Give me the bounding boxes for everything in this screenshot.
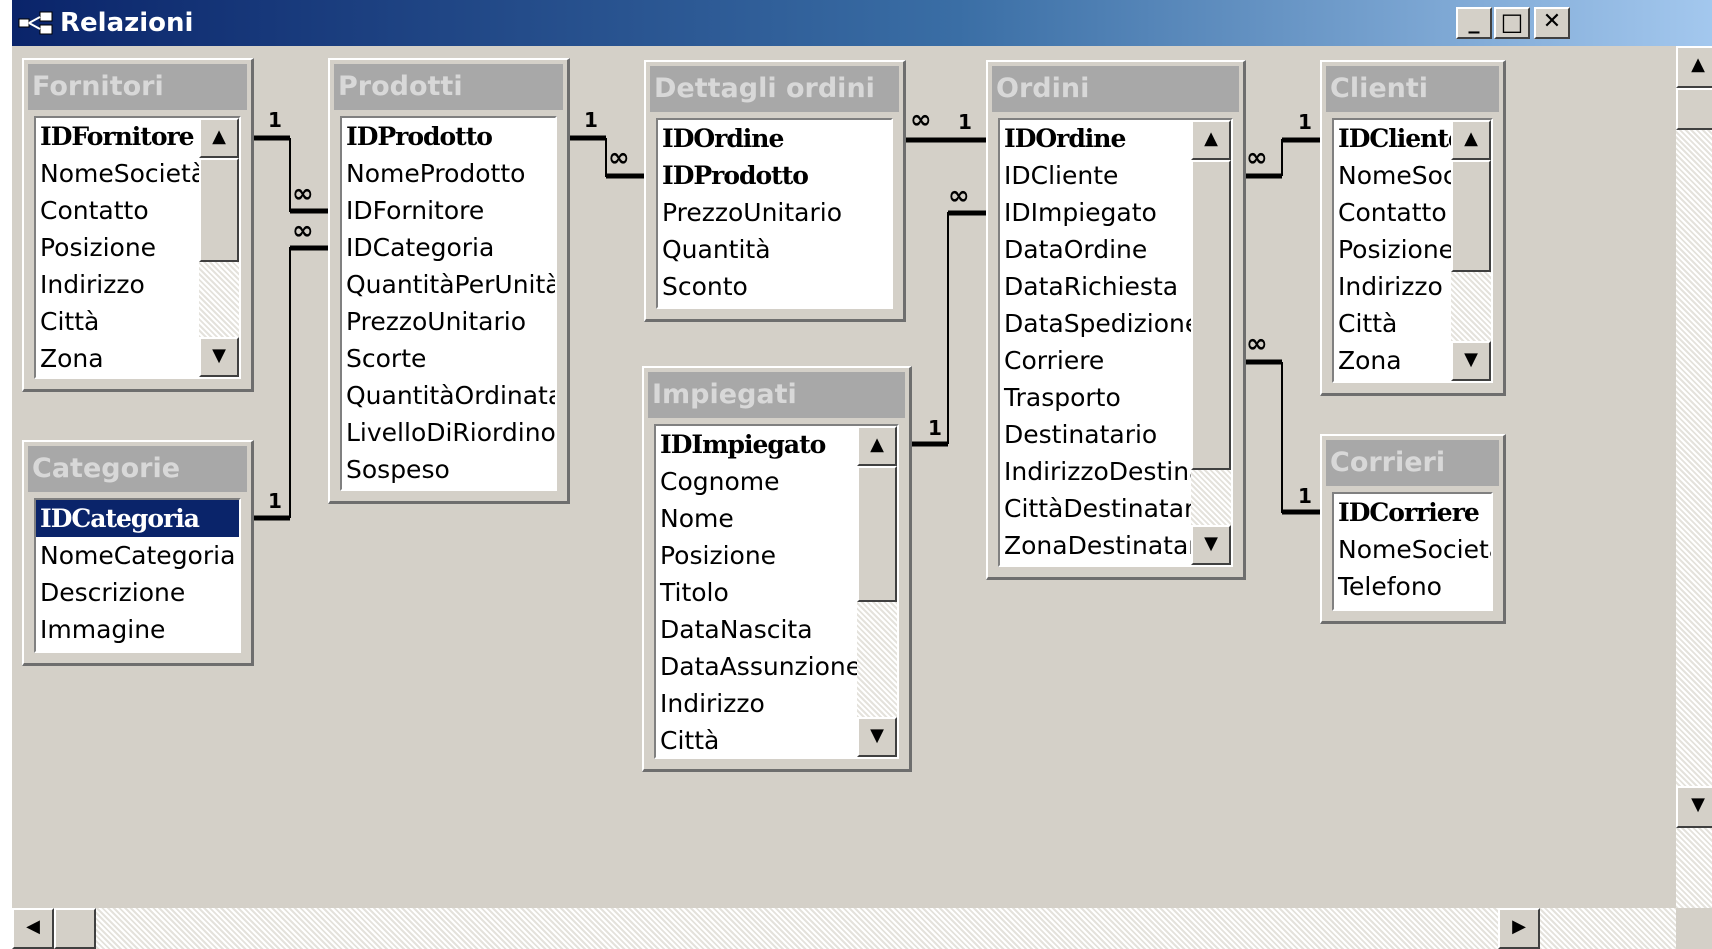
field-item[interactable]: LivelloDiRiordino (342, 414, 555, 451)
one-marker: 1 (584, 108, 598, 132)
many-marker: ∞ (292, 216, 314, 246)
table-dettagli-ordini[interactable]: Dettagli ordini IDOrdine IDProdotto Prez… (644, 60, 906, 322)
scroll-down-arrow-icon[interactable]: ▼ (1676, 786, 1712, 828)
scroll-up-arrow-icon[interactable]: ▲ (199, 118, 239, 158)
field-list: IDCliente NomeSoci Contatto Posizione In… (1332, 118, 1493, 383)
close-button[interactable]: ✕ (1534, 7, 1570, 39)
relationships-window: Relazioni _ □ ✕ 1 ∞ ∞ 1 1 ∞ ∞ 1 ∞ 1 ∞ 1 … (12, 0, 1712, 949)
table-title[interactable]: Ordini (992, 66, 1239, 112)
vertical-scrollbar[interactable]: ▲ ▼ (1191, 120, 1231, 565)
field-item[interactable]: PrezzoUnitario (658, 194, 891, 231)
field-list: IDCategoria NomeCategoria Descrizione Im… (34, 498, 241, 653)
vertical-scrollbar[interactable]: ▲ ▼ (1451, 120, 1491, 381)
vertical-scrollbar[interactable]: ▲ ▼ (199, 118, 239, 377)
scroll-up-arrow-icon[interactable]: ▲ (857, 426, 897, 466)
one-marker: 1 (958, 110, 972, 134)
window-horizontal-scrollbar[interactable]: ◀ ▶ (12, 908, 1676, 949)
table-title[interactable]: Prodotti (334, 64, 563, 110)
relationships-icon (18, 11, 53, 35)
table-title[interactable]: Impiegati (648, 372, 905, 418)
scroll-thumb[interactable] (1676, 88, 1712, 130)
field-item[interactable]: PrezzoUnitario (342, 303, 555, 340)
field-item[interactable]: Descrizione (36, 574, 239, 611)
scroll-right-arrow-icon[interactable]: ▶ (1498, 908, 1540, 949)
one-marker: 1 (1298, 110, 1312, 134)
scroll-down-arrow-icon[interactable]: ▼ (1191, 525, 1231, 565)
field-item[interactable]: Sospeso (342, 451, 555, 488)
scroll-thumb[interactable] (54, 908, 96, 949)
field-item[interactable]: QuantitàOrdinata (342, 377, 555, 414)
scroll-up-arrow-icon[interactable]: ▲ (1676, 46, 1712, 88)
field-item[interactable]: Telefono (1334, 568, 1491, 605)
table-categorie[interactable]: Categorie IDCategoria NomeCategoria Desc… (22, 440, 254, 666)
many-marker: ∞ (948, 181, 970, 211)
field-item[interactable]: IDOrdine (658, 120, 891, 157)
relationships-canvas[interactable]: 1 ∞ ∞ 1 1 ∞ ∞ 1 ∞ 1 ∞ 1 ∞ 1 Fornitori ID… (12, 46, 1676, 908)
table-prodotti[interactable]: Prodotti IDProdotto NomeProdotto IDForni… (328, 58, 570, 504)
scroll-thumb[interactable] (1451, 160, 1491, 272)
scroll-thumb[interactable] (1191, 160, 1231, 470)
field-list: IDFornitore NomeSocietà Contatto Posizio… (34, 116, 241, 379)
many-marker: ∞ (910, 105, 932, 135)
table-title[interactable]: Fornitori (28, 64, 247, 110)
field-item[interactable]: IDProdotto (658, 157, 891, 194)
scroll-down-arrow-icon[interactable]: ▼ (199, 337, 239, 377)
field-item[interactable]: Quantità (658, 231, 891, 268)
title-bar[interactable]: Relazioni _ □ ✕ (12, 0, 1712, 46)
field-list: IDProdotto NomeProdotto IDFornitore IDCa… (340, 116, 557, 491)
table-title[interactable]: Categorie (28, 446, 247, 492)
field-list: IDImpiegato Cognome Nome Posizione Titol… (654, 424, 899, 759)
table-corrieri[interactable]: Corrieri IDCorriere NomeSocietà Telefono (1320, 434, 1506, 624)
field-item[interactable]: IDCorriere (1334, 494, 1491, 531)
many-marker: ∞ (1246, 143, 1268, 173)
one-marker: 1 (268, 108, 282, 132)
table-title[interactable]: Clienti (1326, 66, 1499, 112)
scroll-down-arrow-icon[interactable]: ▼ (857, 717, 897, 757)
field-item-selected[interactable]: IDCategoria (36, 500, 239, 537)
field-list: IDOrdine IDProdotto PrezzoUnitario Quant… (656, 118, 893, 309)
scroll-down-arrow-icon[interactable]: ▼ (1451, 341, 1491, 381)
one-marker: 1 (268, 489, 282, 513)
field-item[interactable]: NomeProdotto (342, 155, 555, 192)
window-title: Relazioni (60, 8, 194, 38)
scroll-thumb[interactable] (199, 158, 239, 262)
table-impiegati[interactable]: Impiegati IDImpiegato Cognome Nome Posiz… (642, 366, 912, 772)
field-item[interactable]: Sconto (658, 268, 891, 305)
many-marker: ∞ (1246, 329, 1268, 359)
vertical-scrollbar[interactable]: ▲ ▼ (857, 426, 897, 757)
table-fornitori[interactable]: Fornitori IDFornitore NomeSocietà Contat… (22, 58, 254, 392)
field-item[interactable]: QuantitàPerUnità (342, 266, 555, 303)
one-marker: 1 (1298, 484, 1312, 508)
minimize-button[interactable]: _ (1456, 7, 1492, 39)
scroll-left-arrow-icon[interactable]: ◀ (12, 908, 54, 949)
field-item[interactable]: NomeCategoria (36, 537, 239, 574)
table-clienti[interactable]: Clienti IDCliente NomeSoci Contatto Posi… (1320, 60, 1506, 396)
one-marker: 1 (928, 416, 942, 440)
field-item[interactable]: IDCategoria (342, 229, 555, 266)
many-marker: ∞ (608, 143, 630, 173)
field-item[interactable]: IDFornitore (342, 192, 555, 229)
field-list: IDOrdine IDCliente IDImpiegato DataOrdin… (998, 118, 1233, 567)
table-title[interactable]: Dettagli ordini (650, 66, 899, 112)
field-item[interactable]: NomeSocietà (1334, 531, 1491, 568)
field-item[interactable]: Scorte (342, 340, 555, 377)
scroll-up-arrow-icon[interactable]: ▲ (1191, 120, 1231, 160)
field-item[interactable]: IDProdotto (342, 118, 555, 155)
maximize-button[interactable]: □ (1494, 7, 1530, 39)
table-ordini[interactable]: Ordini IDOrdine IDCliente IDImpiegato Da… (986, 60, 1246, 580)
table-title[interactable]: Corrieri (1326, 440, 1499, 486)
size-grip[interactable] (1676, 908, 1712, 949)
window-vertical-scrollbar[interactable]: ▲ ▼ (1676, 46, 1712, 908)
field-item[interactable]: Immagine (36, 611, 239, 648)
scroll-thumb[interactable] (857, 466, 897, 602)
many-marker: ∞ (292, 179, 314, 209)
scroll-up-arrow-icon[interactable]: ▲ (1451, 120, 1491, 160)
field-list: IDCorriere NomeSocietà Telefono (1332, 492, 1493, 611)
